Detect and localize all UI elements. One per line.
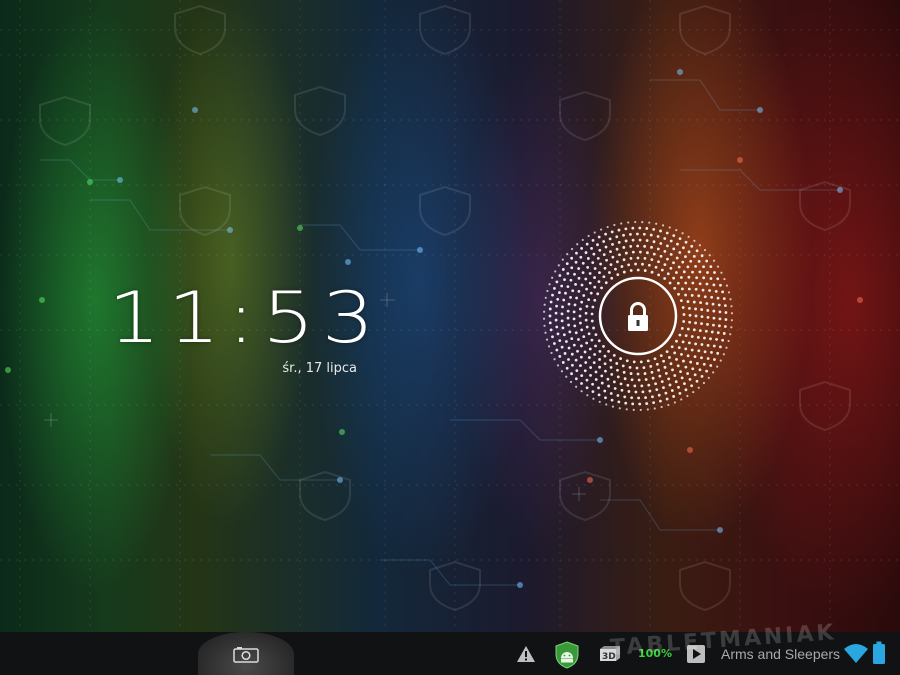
lock-icon xyxy=(598,276,678,356)
play-icon[interactable] xyxy=(686,644,706,664)
camera-shortcut-button[interactable] xyxy=(198,632,294,675)
camera-icon xyxy=(233,647,259,663)
lockscreen-clock: 11:53 xyxy=(108,277,382,359)
android-shield-icon[interactable] xyxy=(554,641,580,669)
warning-icon[interactable] xyxy=(516,645,536,663)
battery-icon xyxy=(873,641,885,664)
svg-text:3D: 3D xyxy=(602,652,616,662)
3d-app-icon[interactable]: 3D xyxy=(598,645,622,663)
unlock-ring[interactable] xyxy=(536,214,740,418)
lockscreen: 11:53 śr., 17 lipca 3D 100% Arms and Sle… xyxy=(0,0,900,675)
wifi-icon xyxy=(844,644,868,663)
lockscreen-date: śr., 17 lipca xyxy=(282,361,357,376)
media-title[interactable]: Arms and Sleepers xyxy=(721,646,840,662)
battery-percent: 100% xyxy=(638,647,672,660)
